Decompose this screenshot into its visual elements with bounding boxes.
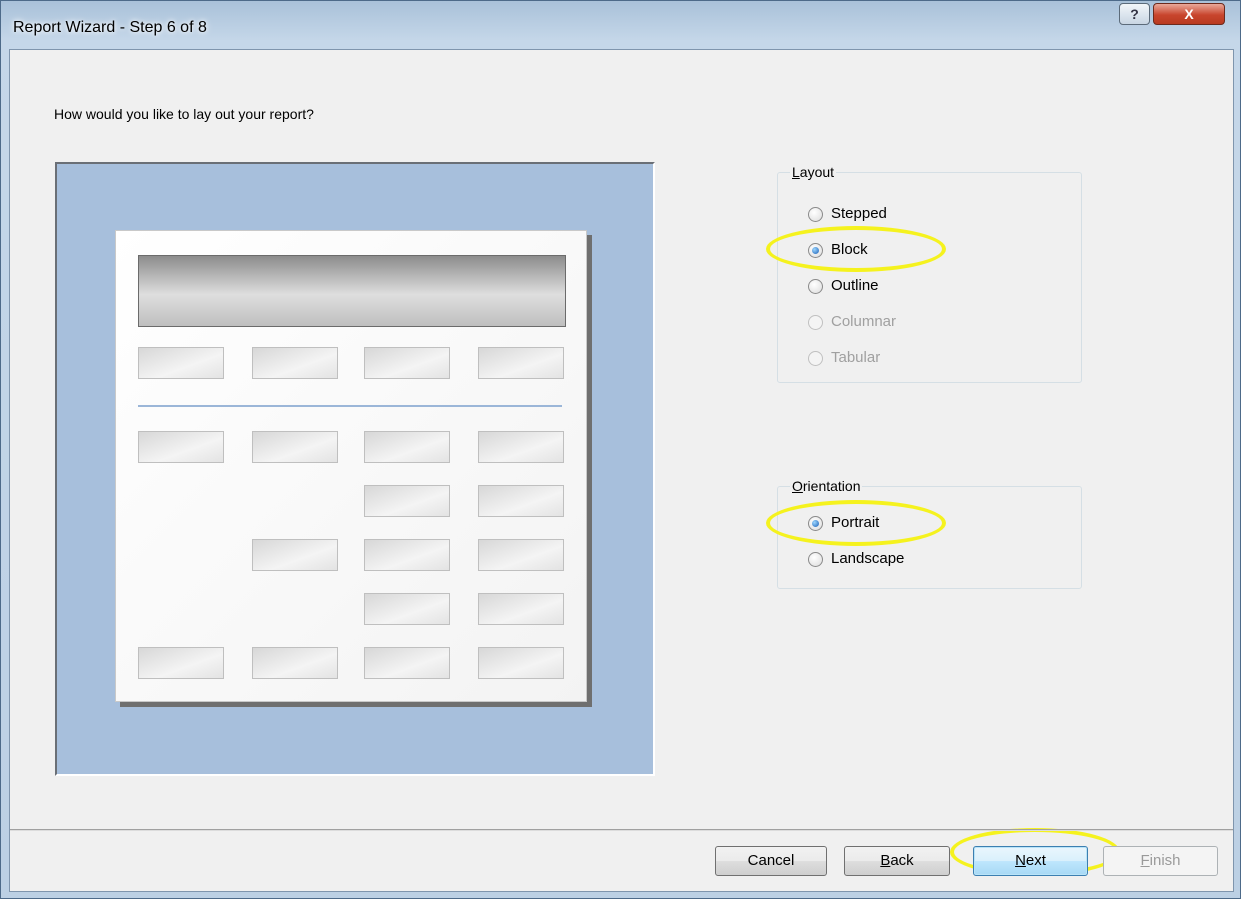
preview-header-block [138,255,566,327]
preview-cell [364,647,450,679]
radio-label-stepped: Stepped [831,205,887,222]
preview-cell [364,593,450,625]
radio-circle[interactable] [808,552,823,567]
preview-cell [138,347,224,379]
preview-cell [478,593,564,625]
radio-label-tabular: Tabular [831,349,881,366]
footer-divider [10,829,1233,831]
radio-label-landscape: Landscape [831,550,905,567]
preview-cell [478,485,564,517]
radio-circle[interactable] [808,207,823,222]
back-button[interactable]: Back [844,846,950,876]
preview-cell [252,647,338,679]
preview-cell [364,347,450,379]
preview-cell [364,539,450,571]
layout-preview [55,162,655,776]
preview-cell [252,347,338,379]
preview-cell [478,431,564,463]
preview-cell [478,347,564,379]
preview-cell [138,647,224,679]
layout-legend: Layout [790,164,837,180]
radio-circle-disabled [808,351,823,366]
layout-group: Layout Stepped Block Outline Columnar Ta… [777,164,1082,383]
radio-label-outline: Outline [831,277,879,294]
preview-separator [138,405,562,407]
cancel-button[interactable]: Cancel [715,846,827,876]
next-button[interactable]: Next [973,846,1088,876]
radio-label-columnar: Columnar [831,313,897,330]
dialog-window: Report Wizard - Step 6 of 8 ? X How woul… [0,0,1241,899]
preview-cell [364,485,450,517]
orientation-group: Orientation Portrait Landscape [777,478,1082,589]
preview-cell [478,647,564,679]
radio-label-portrait: Portrait [831,514,880,531]
preview-cell [478,539,564,571]
window-title: Report Wizard - Step 6 of 8 [13,19,207,36]
radio-circle-disabled [808,315,823,330]
help-button[interactable]: ? [1119,3,1150,25]
finish-button: Finish [1103,846,1218,876]
radio-label-block: Block [831,241,868,258]
question-text: How would you like to lay out your repor… [54,106,314,122]
dialog-body: How would you like to lay out your repor… [9,49,1234,892]
preview-cell [364,431,450,463]
preview-cell [138,431,224,463]
close-button[interactable]: X [1153,3,1225,25]
orientation-legend: Orientation [790,478,863,494]
radio-circle[interactable] [808,279,823,294]
preview-page [115,230,587,702]
radio-circle-checked[interactable] [808,516,823,531]
title-bar[interactable]: Report Wizard - Step 6 of 8 ? X [1,1,1241,49]
radio-circle-checked[interactable] [808,243,823,258]
preview-cell [252,539,338,571]
preview-cell [252,431,338,463]
